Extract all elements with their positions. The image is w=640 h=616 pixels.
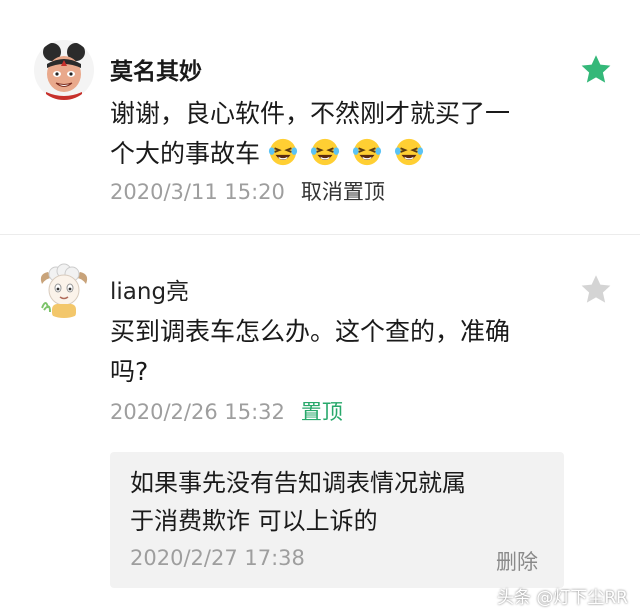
reply-content: 如果事先没有告知调表情况就属 于消费欺诈 可以上诉的 xyxy=(130,464,530,540)
laughing-tears-emoji xyxy=(352,138,381,166)
comment-content-line-2: 个大的事故车 xyxy=(110,134,570,174)
laughing-tears-emoji xyxy=(310,138,339,166)
reply-content-line-1: 如果事先没有告知调表情况就属 xyxy=(130,469,466,497)
comment-divider xyxy=(0,234,640,235)
comment-username[interactable]: 莫名其妙 xyxy=(110,52,202,86)
comment-content: 买到调表车怎么办。这个查的，准确 吗? xyxy=(110,312,570,392)
pin-button[interactable]: 置顶 xyxy=(301,400,343,424)
comment-content-line-1: 谢谢，良心软件，不然刚才就买了一 xyxy=(110,99,511,128)
comment-content-line-2: 吗? xyxy=(110,357,149,386)
star-filled-icon[interactable] xyxy=(578,52,614,88)
comment-content-line-1: 买到调表车怎么办。这个查的，准确 xyxy=(110,317,511,346)
comment-meta: 2020/2/26 15:32 置顶 xyxy=(110,396,343,426)
reply-content-line-2: 于消费欺诈 可以上诉的 xyxy=(130,507,378,535)
delete-reply-button[interactable]: 删除 xyxy=(496,546,538,576)
laughing-tears-emoji xyxy=(268,138,298,166)
comment-meta: 2020/3/11 15:20 取消置顶 xyxy=(110,176,385,206)
comment-content-text: 个大的事故车 xyxy=(110,139,261,168)
comment-timestamp: 2020/3/11 15:20 xyxy=(110,180,285,204)
unpin-button[interactable]: 取消置顶 xyxy=(301,180,385,204)
author-reply: 如果事先没有告知调表情况就属 于消费欺诈 可以上诉的 2020/2/27 17:… xyxy=(110,452,564,588)
watermark: 头条 @灯下尘RR xyxy=(496,588,628,608)
comment-timestamp: 2020/2/26 15:32 xyxy=(110,400,285,424)
emoji-group xyxy=(260,138,428,168)
star-outline-icon[interactable] xyxy=(578,272,614,308)
avatar-sheep[interactable] xyxy=(34,258,94,318)
comment-content: 谢谢，良心软件，不然刚才就买了一 个大的事故车 xyxy=(110,94,570,174)
avatar-nezha[interactable] xyxy=(34,40,94,100)
laughing-tears-emoji xyxy=(394,138,423,166)
reply-timestamp: 2020/2/27 17:38 xyxy=(130,546,305,570)
comment-username[interactable]: liang亮 xyxy=(110,272,189,306)
